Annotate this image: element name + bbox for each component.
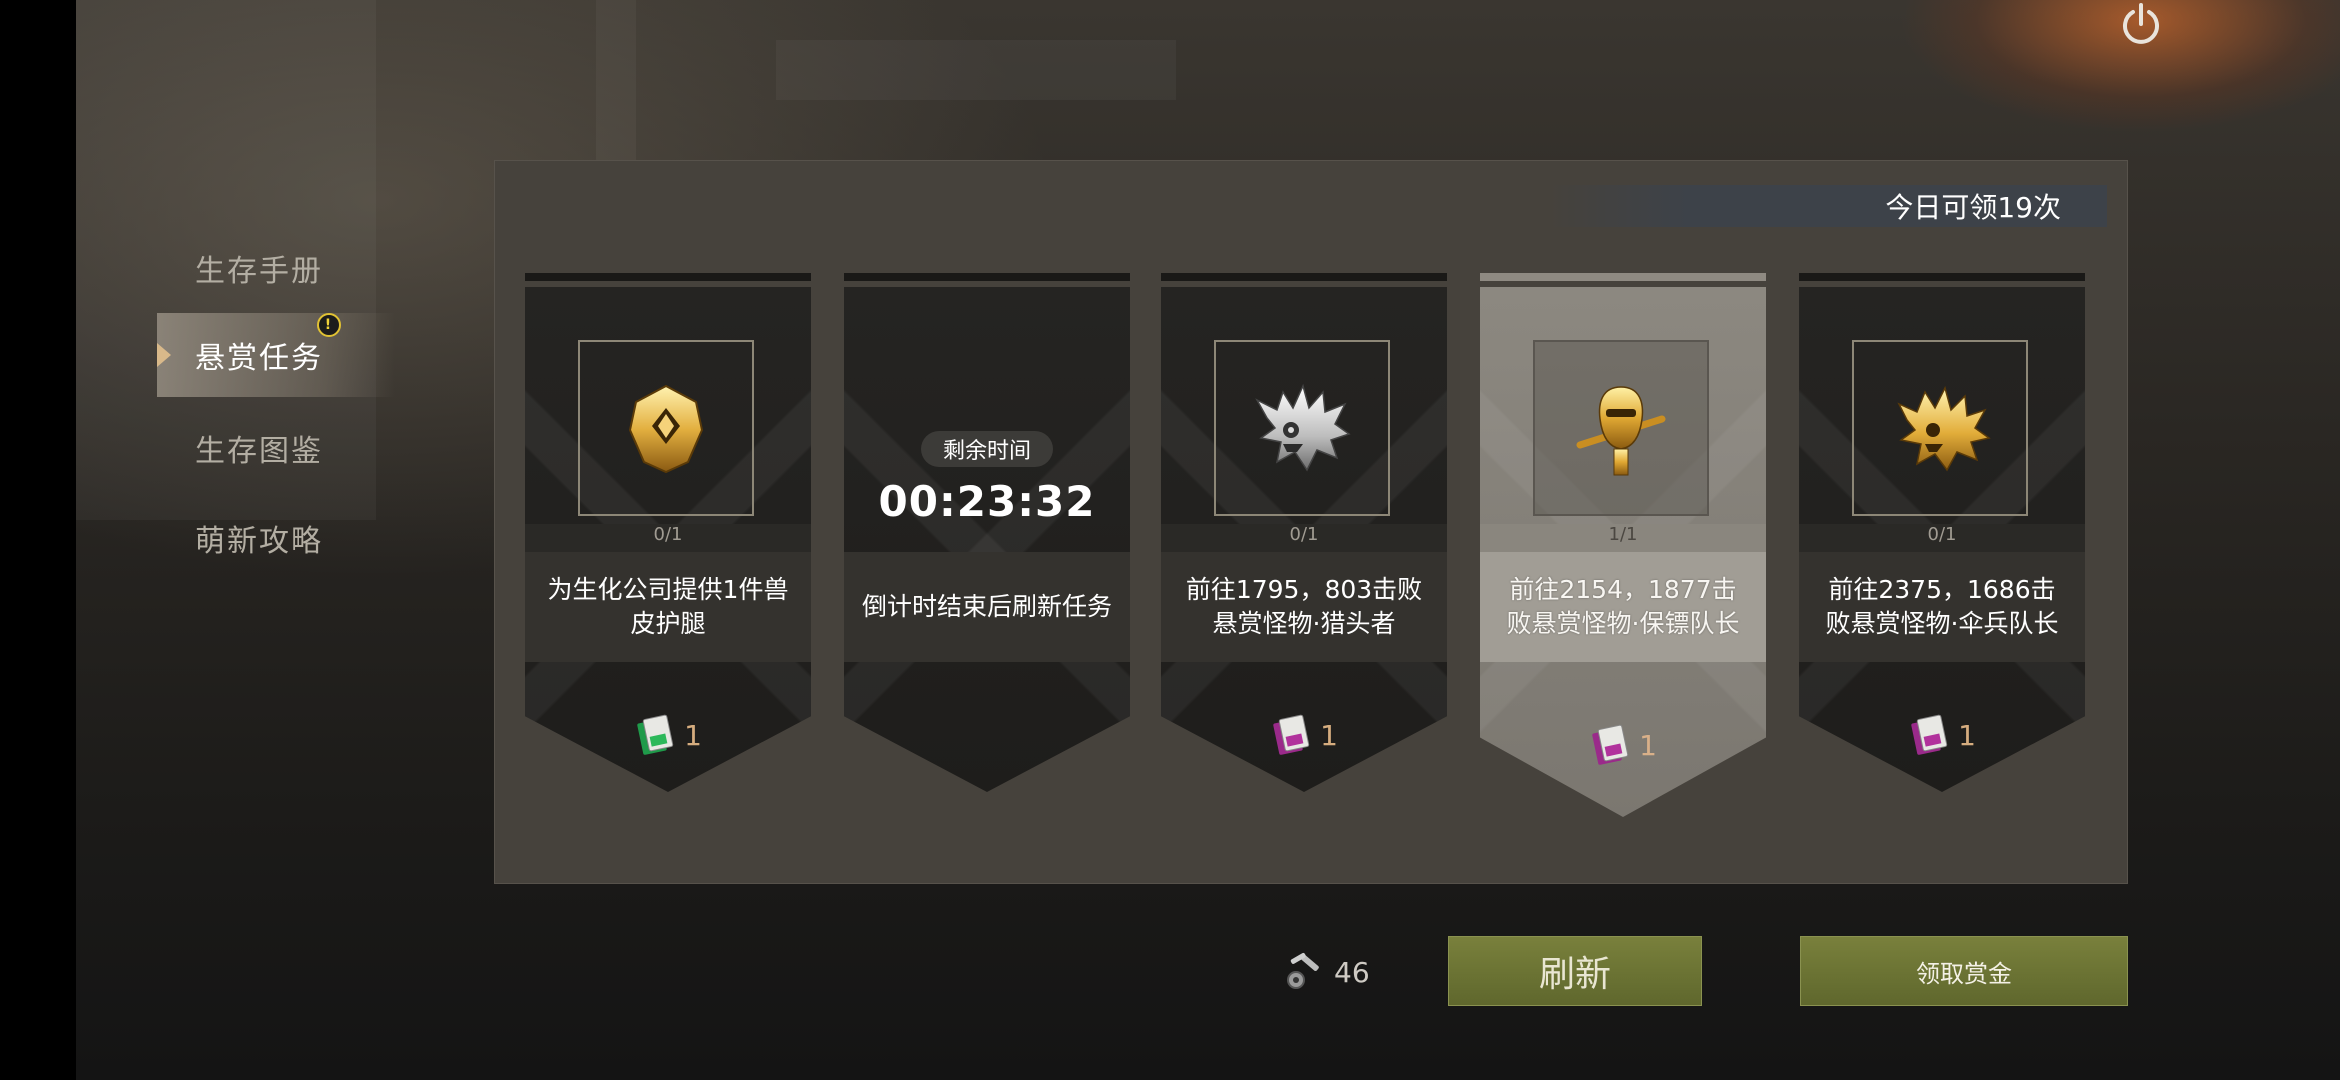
wrench-tool-icon [1287,953,1319,989]
task-description-band: 为生化公司提供1件兽皮护腿 [525,552,811,662]
reward-count: 1 [1320,718,1338,752]
bounty-card-selected[interactable]: 1/1 前往2154，1877击败悬赏怪物·保镖队长 1 [1480,273,1766,817]
task-description: 倒计时结束后刷新任务 [862,592,1113,621]
task-reward: 1 [525,714,811,755]
bounty-card[interactable]: 0/1 为生化公司提供1件兽皮护腿 1 [525,273,811,797]
card-top-bar [525,273,811,281]
sidebar-item-label: 生存手册 [195,254,323,289]
claim-bounty-button[interactable]: 领取赏金 [1800,936,2128,1006]
countdown-card: 剩余时间 00:23:32 倒计时结束后刷新任务 [844,273,1130,797]
sidebar-item-newbie-tips[interactable]: 萌新攻略 [157,496,395,580]
power-icon [2123,3,2159,44]
task-description-band: 倒计时结束后刷新任务 [844,552,1130,662]
refresh-button[interactable]: 刷新 [1448,936,1702,1006]
card-body: 0/1 为生化公司提供1件兽皮护腿 1 [525,287,811,792]
sidebar-item-bounty-tasks[interactable]: 悬赏任务 ! [157,313,395,397]
purple-card-icon [1273,714,1310,755]
reward-count: 1 [1639,728,1657,762]
refresh-button-label: 刷新 [1538,954,1611,995]
daily-claims-banner: 今日可领19次 [1547,185,2107,227]
purple-card-icon [1592,724,1629,765]
task-progress: 0/1 [1799,524,2085,552]
bg-pillar [596,0,636,160]
bounty-card[interactable]: 0/1 前往2375，1686击败悬赏怪物·伞兵队长 1 [1799,273,2085,797]
active-indicator-icon [157,343,171,367]
refresh-currency: 46 [1282,950,1370,994]
task-reward: 1 [1161,714,1447,755]
task-description: 前往2375，1686击败悬赏怪物·伞兵队长 [1825,575,2059,638]
sidebar-item-label: 生存图鉴 [195,434,323,469]
daily-claims-text: 今日可领19次 [1885,191,2061,224]
reward-count: 1 [684,718,702,752]
card-body: 0/1 前往1795，803击败悬赏怪物·猎头者 1 [1161,287,1447,792]
task-icon-frame [1852,340,2028,516]
gold-bodyguard-icon [1576,386,1666,476]
green-card-icon [637,714,674,755]
bounty-card[interactable]: 0/1 前往1795，803击败悬赏怪物·猎头者 1 [1161,273,1447,797]
alert-icon: ! [317,313,341,337]
task-description-band: 前往2154，1877击败悬赏怪物·保镖队长 [1480,552,1766,662]
claim-bounty-label: 领取赏金 [1916,959,2012,988]
task-description: 前往1795，803击败悬赏怪物·猎头者 [1185,575,1423,638]
card-body: 0/1 前往2375，1686击败悬赏怪物·伞兵队长 1 [1799,287,2085,792]
task-reward: 1 [1799,714,2085,755]
task-progress: 1/1 [1480,524,1766,552]
task-progress: 0/1 [525,524,811,552]
card-top-bar [1161,273,1447,281]
task-icon-frame [578,340,754,516]
gold-armor-icon [628,384,704,474]
card-top-bar [844,273,1130,281]
gold-paratrooper-icon [1897,385,1991,472]
silver-beast-icon [1255,383,1351,472]
sidebar-item-survival-manual[interactable]: 生存手册 [157,226,395,310]
task-progress: 0/1 [1161,524,1447,552]
task-icon-frame [1214,340,1390,516]
sidebar-item-label: 萌新攻略 [195,524,323,559]
card-top-bar [1799,273,2085,281]
card-top-bar [1480,273,1766,281]
power-button[interactable] [2118,0,2164,50]
timer-value: 00:23:32 [878,477,1096,526]
bg-beam [776,40,1176,100]
task-reward: 1 [1480,724,1766,765]
task-description-band: 前往2375，1686击败悬赏怪物·伞兵队长 [1799,552,2085,662]
card-body: 剩余时间 00:23:32 倒计时结束后刷新任务 [844,287,1130,792]
task-description: 为生化公司提供1件兽皮护腿 [547,575,789,638]
task-icon-frame [1533,340,1709,516]
sidebar-item-label: 悬赏任务 [195,341,323,376]
timer-label: 剩余时间 [921,431,1053,467]
bounty-panel: 今日可领19次 0/1 为生化公司提供1件兽皮护腿 1 剩余时间 00:23:3… [494,160,2128,884]
task-description-band: 前往1795，803击败悬赏怪物·猎头者 [1161,552,1447,662]
card-body: 1/1 前往2154，1877击败悬赏怪物·保镖队长 1 [1480,287,1766,817]
card-pattern [844,287,1130,792]
sidebar-item-survival-guide[interactable]: 生存图鉴 [157,406,395,490]
purple-card-icon [1911,714,1948,755]
currency-count: 46 [1334,955,1370,989]
task-description: 前往2154，1877击败悬赏怪物·保镖队长 [1506,575,1740,638]
reward-count: 1 [1958,718,1976,752]
